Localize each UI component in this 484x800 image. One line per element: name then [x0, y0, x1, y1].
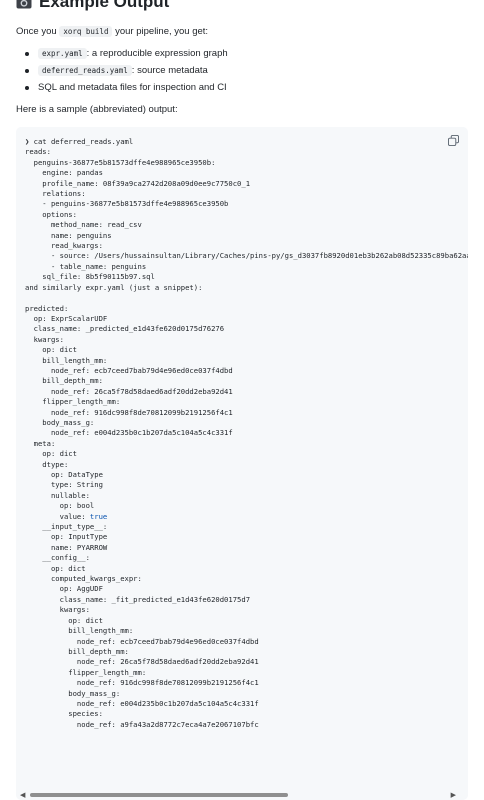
- code-line: flipper_length_mm:: [25, 397, 121, 407]
- code-line: name: penguins: [25, 230, 112, 240]
- code-line: kwargs:: [25, 334, 64, 344]
- code-line: body_mass_g:: [25, 688, 121, 698]
- code-line: op: DataType: [25, 470, 103, 479]
- code-line: node_ref: 916dc998f8de70812099b2191256f4…: [25, 407, 233, 417]
- code-line: op: dict: [25, 345, 77, 355]
- code-line: meta:: [25, 438, 56, 448]
- code-line: bill_length_mm:: [25, 626, 134, 636]
- output-list: expr.yaml: a reproducible expression gra…: [16, 47, 228, 98]
- intro-prefix: Once you: [16, 26, 57, 37]
- list-item: deferred_reads.yaml: source metadata: [16, 64, 228, 81]
- code-line: and similarly expr.yaml (just a snippet)…: [25, 282, 203, 292]
- output-file-code: deferred_reads.yaml: [38, 65, 132, 76]
- output-description: SQL and metadata files for inspection an…: [38, 82, 227, 93]
- scroll-right-arrow-icon[interactable]: ▶: [451, 791, 456, 799]
- code-line: node_ref: 26ca5f78d58daed6adf20dd2eba92d…: [25, 657, 259, 667]
- scrollbar-thumb[interactable]: [30, 793, 288, 797]
- horizontal-scrollbar[interactable]: ◀ ▶: [16, 789, 468, 800]
- code-line: bill_length_mm:: [25, 355, 108, 365]
- code-line: node_ref: e004d235b0c1b207da5c104a5c4c33…: [25, 698, 259, 708]
- code-line: read_kwargs:: [25, 241, 103, 251]
- intro-text: Once you xorq build your pipeline, you g…: [16, 26, 208, 37]
- code-line: predicted:: [25, 303, 69, 313]
- code-line: node_ref: a9fa43a2d8772c7eca4a7e2067107b…: [25, 719, 259, 729]
- camera-icon: [16, 0, 32, 9]
- sample-intro-text: Here is a sample (abbreviated) output:: [16, 104, 178, 115]
- code-line: body_mass_g:: [25, 417, 95, 427]
- code-line: - source: /Users/hussainsultan/Library/C…: [25, 251, 468, 261]
- code-line: method_name: read_csv: [25, 220, 142, 230]
- code-line: - table_name: penguins: [25, 261, 147, 271]
- code-line: op: bool: [25, 501, 95, 511]
- code-line: nullable:: [25, 490, 90, 500]
- code-line: class_name: _fit_predicted_e1d43fe620d01…: [25, 594, 251, 604]
- code-line: op: dict: [25, 563, 86, 573]
- code-line: species:: [25, 709, 103, 719]
- code-line: __input_type__:: [25, 522, 108, 532]
- output-description: : source metadata: [131, 65, 208, 76]
- code-line: node_ref: ecb7ceed7bab79d4e96ed0ce037f4d…: [25, 636, 259, 646]
- intro-suffix: your pipeline, you get:: [115, 26, 209, 37]
- code-line: op: InputType: [25, 532, 108, 542]
- output-description: : a reproducible expression graph: [86, 48, 228, 59]
- section-heading: Example Output: [16, 0, 169, 13]
- code-line: op: dict: [25, 449, 77, 459]
- list-item: expr.yaml: a reproducible expression gra…: [16, 47, 228, 64]
- output-file-code: expr.yaml: [38, 48, 87, 59]
- code-line: node_ref: 916dc998f8de70812099b2191256f4…: [25, 678, 259, 688]
- code-line: __config__:: [25, 553, 90, 563]
- code-line: penguins-36877e5b81573dffe4e988965ce3950…: [25, 157, 216, 167]
- code-line: type: String: [25, 480, 103, 490]
- code-line: name: PYARROW: [25, 542, 108, 552]
- code-line: bill_depth_mm:: [25, 646, 129, 656]
- code-line: flipper_length_mm:: [25, 667, 147, 677]
- code-line: computed_kwargs_expr:: [25, 574, 142, 584]
- code-line: kwargs:: [25, 605, 90, 615]
- code-line: relations:: [25, 189, 86, 199]
- code-line: ❯ cat deferred_reads.yaml: [25, 137, 134, 146]
- code-line: - penguins-36877e5b81573dffe4e988965ce39…: [25, 199, 229, 209]
- code-block[interactable]: ❯ cat deferred_reads.yaml reads: penguin…: [16, 127, 468, 800]
- code-line: value: true: [25, 511, 108, 521]
- code-line: sql_file: 8b5f90115b97.sql: [25, 272, 155, 282]
- code-line: bill_depth_mm:: [25, 376, 103, 386]
- code-line: reads:: [25, 147, 51, 157]
- code-line: op: ExprScalarUDF: [25, 313, 108, 323]
- code-content: ❯ cat deferred_reads.yaml reads: penguin…: [25, 137, 468, 730]
- code-line: dtype:: [25, 459, 69, 469]
- code-line: profile_name: 08f39a9ca2742d208a09d0ee9c…: [25, 178, 251, 188]
- code-line: engine: pandas: [25, 168, 103, 178]
- code-line: node_ref: 26ca5f78d58daed6adf20dd2eba92d…: [25, 386, 233, 396]
- code-line: options:: [25, 209, 77, 219]
- code-line: op: AggUDF: [25, 584, 103, 594]
- code-line: node_ref: ecb7ceed7bab79d4e96ed0ce037f4d…: [25, 365, 233, 375]
- code-line: class_name: _predicted_e1d43fe620d0175d7…: [25, 324, 225, 334]
- scroll-left-arrow-icon[interactable]: ◀: [20, 791, 25, 799]
- code-line: op: dict: [25, 615, 103, 625]
- code-line: node_ref: e004d235b0c1b207da5c104a5c4c33…: [25, 428, 233, 438]
- list-item: SQL and metadata files for inspection an…: [16, 81, 228, 98]
- scrollbar-track[interactable]: [30, 793, 448, 797]
- intro-command: xorq build: [59, 26, 113, 37]
- section-title: Example Output: [39, 0, 170, 11]
